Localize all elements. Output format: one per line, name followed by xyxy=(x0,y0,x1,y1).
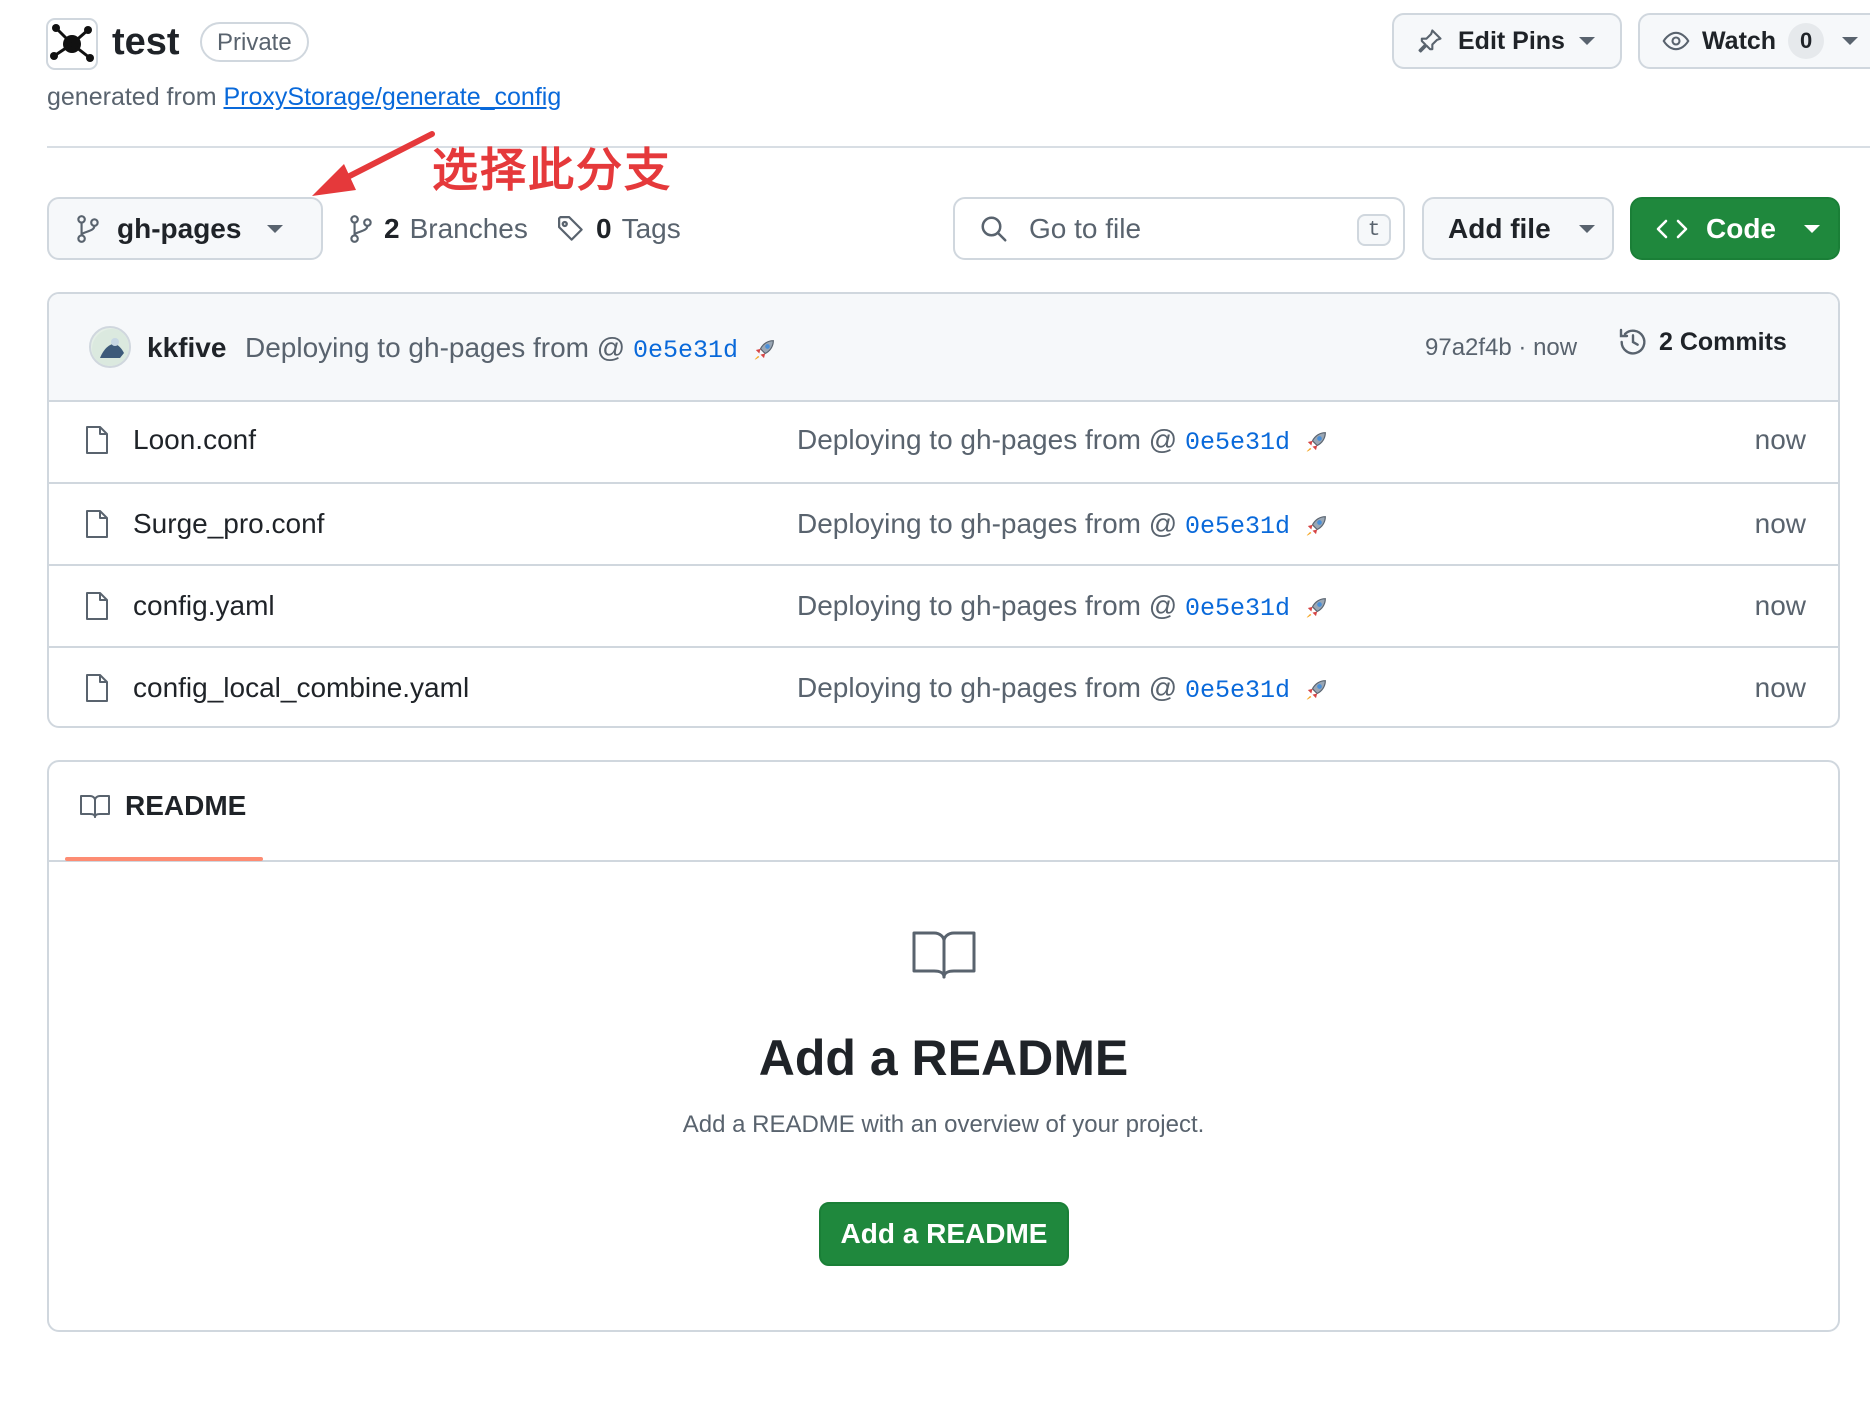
template-repo-link[interactable]: ProxyStorage/generate_config xyxy=(224,83,562,111)
file-commit-sha[interactable]: 0e5e31d xyxy=(1185,676,1290,705)
book-icon xyxy=(79,792,111,820)
eye-icon xyxy=(1662,27,1690,55)
readme-panel: README Add a README Add a README with an… xyxy=(47,760,1840,1332)
annotation-text: 选择此分支 xyxy=(432,144,672,196)
commit-hash[interactable]: 97a2f4b · now xyxy=(1425,330,1577,366)
pin-icon xyxy=(1416,27,1444,55)
edit-pins-label: Edit Pins xyxy=(1458,26,1565,55)
commits-history-link[interactable]: 2 Commits xyxy=(1617,326,1787,358)
file-commit-text: Deploying to gh-pages from @ xyxy=(797,508,1178,539)
file-name[interactable]: Loon.conf xyxy=(133,420,256,460)
file-commit-sha[interactable]: 0e5e31d xyxy=(1185,512,1290,541)
file-commit-text: Deploying to gh-pages from @ xyxy=(797,672,1178,703)
file-icon xyxy=(85,591,109,621)
tag-icon xyxy=(556,214,586,244)
rocket-icon xyxy=(1302,676,1330,704)
rocket-icon xyxy=(1302,428,1330,456)
file-commit-message[interactable]: Deploying to gh-pages from @ 0e5e31d xyxy=(797,504,1330,547)
file-row[interactable]: Surge_pro.conf Deploying to gh-pages fro… xyxy=(49,482,1838,566)
active-tab-indicator xyxy=(65,857,263,861)
readme-tabbar: README xyxy=(49,762,1838,862)
readme-empty-subtitle: Add a README with an overview of your pr… xyxy=(682,1111,1205,1138)
file-row[interactable]: config_local_combine.yaml Deploying to g… xyxy=(49,646,1838,726)
file-icon xyxy=(85,509,109,539)
commits-label: 2 Commits xyxy=(1659,327,1787,356)
file-commit-sha[interactable]: 0e5e31d xyxy=(1185,428,1290,457)
tab-readme[interactable]: README xyxy=(79,790,246,822)
chevron-down-icon xyxy=(1842,37,1859,45)
file-icon xyxy=(85,673,109,703)
chevron-down-icon xyxy=(1578,224,1595,233)
generated-from-label: generated from xyxy=(47,83,217,111)
commit-message-text: Deploying to gh-pages from @ xyxy=(245,332,626,363)
commit-author[interactable]: kkfive xyxy=(147,328,226,368)
file-commit-text: Deploying to gh-pages from @ xyxy=(797,424,1178,455)
search-icon xyxy=(979,214,1009,244)
generated-from: generated from ProxyStorage/generate_con… xyxy=(47,80,561,114)
avatar[interactable] xyxy=(89,326,131,368)
branch-select-button[interactable]: gh-pages xyxy=(47,197,323,260)
file-icon xyxy=(85,425,109,455)
branches-link[interactable]: 2 Branches xyxy=(348,207,528,251)
visibility-badge: Private xyxy=(200,22,309,62)
go-to-file-field[interactable]: t xyxy=(953,197,1405,260)
file-name[interactable]: Surge_pro.conf xyxy=(133,504,324,544)
file-commit-message[interactable]: Deploying to gh-pages from @ 0e5e31d xyxy=(797,668,1330,711)
file-time: now xyxy=(1754,672,1806,703)
rocket-icon xyxy=(1302,594,1330,622)
file-commit-message[interactable]: Deploying to gh-pages from @ 0e5e31d xyxy=(797,586,1330,629)
code-button[interactable]: Code xyxy=(1630,197,1840,260)
keyboard-shortcut-hint: t xyxy=(1357,214,1391,246)
watch-count: 0 xyxy=(1788,23,1825,59)
file-list: Loon.conf Deploying to gh-pages from @ 0… xyxy=(49,400,1838,726)
tags-link[interactable]: 0 Tags xyxy=(556,207,681,251)
branches-label: Branches xyxy=(409,213,528,244)
file-row[interactable]: Loon.conf Deploying to gh-pages from @ 0… xyxy=(49,400,1838,482)
current-branch-name: gh-pages xyxy=(117,212,242,244)
file-name[interactable]: config.yaml xyxy=(133,586,275,626)
watch-label: Watch xyxy=(1702,26,1777,55)
file-time: now xyxy=(1754,590,1806,621)
git-branch-icon xyxy=(348,214,374,244)
commit-sha-ref[interactable]: 0e5e31d xyxy=(633,336,738,365)
rocket-icon xyxy=(750,336,778,364)
chevron-down-icon xyxy=(267,224,284,233)
file-time: now xyxy=(1754,508,1806,539)
add-file-button[interactable]: Add file xyxy=(1422,197,1614,260)
git-branch-icon xyxy=(75,214,101,244)
commit-message[interactable]: Deploying to gh-pages from @ 0e5e31d xyxy=(245,328,778,371)
tags-label: Tags xyxy=(621,213,681,244)
code-label: Code xyxy=(1706,212,1776,244)
file-commit-text: Deploying to gh-pages from @ xyxy=(797,590,1178,621)
go-to-file-input[interactable] xyxy=(1027,211,1331,246)
tags-count: 0 xyxy=(596,213,612,244)
file-commit-sha[interactable]: 0e5e31d xyxy=(1185,594,1290,623)
file-browser: kkfive Deploying to gh-pages from @ 0e5e… xyxy=(47,292,1840,728)
chevron-down-icon xyxy=(1578,37,1595,45)
repo-logo-icon xyxy=(46,18,98,70)
edit-pins-button[interactable]: Edit Pins xyxy=(1392,13,1622,69)
branches-count: 2 xyxy=(384,213,400,244)
history-icon xyxy=(1617,326,1649,358)
chevron-down-icon xyxy=(1804,224,1820,233)
annotation-arrow-icon xyxy=(300,128,440,200)
file-name[interactable]: config_local_combine.yaml xyxy=(133,668,469,708)
readme-tab-label: README xyxy=(125,790,247,821)
code-icon xyxy=(1656,216,1688,242)
add-file-label: Add file xyxy=(1448,212,1551,244)
readme-empty-title: Add a README xyxy=(758,1030,1129,1086)
rocket-icon xyxy=(1302,512,1330,540)
file-commit-message[interactable]: Deploying to gh-pages from @ 0e5e31d xyxy=(797,420,1330,463)
file-time: now xyxy=(1754,424,1806,455)
file-row[interactable]: config.yaml Deploying to gh-pages from @… xyxy=(49,564,1838,648)
add-readme-button[interactable]: Add a README xyxy=(819,1202,1069,1266)
watch-button[interactable]: Watch 0 xyxy=(1638,13,1870,69)
book-icon xyxy=(911,928,977,980)
latest-commit-bar: kkfive Deploying to gh-pages from @ 0e5e… xyxy=(49,294,1838,402)
repo-name[interactable]: test xyxy=(112,16,180,68)
